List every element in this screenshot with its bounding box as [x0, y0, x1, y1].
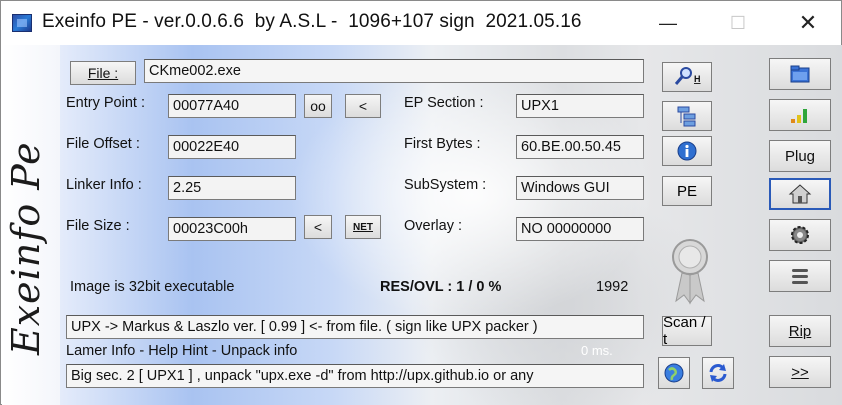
entry-point-label: Entry Point :: [66, 95, 145, 111]
overlay-label: Overlay :: [404, 218, 463, 234]
web-button[interactable]: [658, 357, 690, 389]
stats-button[interactable]: [769, 99, 831, 131]
entry-point-field[interactable]: 00077A40: [168, 94, 296, 118]
detection-result-field[interactable]: UPX -> Markus & Laszlo ver. [ 0.99 ] <- …: [66, 315, 644, 339]
file-offset-label: File Offset :: [66, 136, 140, 152]
menu-button[interactable]: [769, 260, 831, 292]
maximize-button[interactable]: ☐: [703, 1, 773, 45]
logo-strip: Exeinfo Pe: [2, 45, 60, 405]
refresh-icon: [709, 364, 727, 382]
window-title: Exeinfo PE - ver.0.0.6.6 by A.S.L - 1096…: [42, 11, 582, 32]
ep-section-label: EP Section :: [404, 95, 484, 111]
pe-button[interactable]: PE: [662, 176, 712, 206]
search-button[interactable]: H: [662, 62, 712, 92]
bar-chart-icon: [791, 109, 807, 123]
refresh-button[interactable]: [702, 357, 734, 389]
title-bar[interactable]: Exeinfo PE - ver.0.0.6.6 by A.S.L - 1096…: [1, 1, 841, 45]
rip-button[interactable]: Rip: [769, 315, 831, 347]
home-button[interactable]: [769, 178, 831, 210]
first-bytes-field[interactable]: 60.BE.00.50.45: [516, 135, 644, 159]
search-hotkey: H: [694, 74, 701, 84]
file-path-field[interactable]: CKme002.exe: [144, 59, 644, 83]
main-panel: Exeinfo Pe File : CKme002.exe Entry Poin…: [2, 45, 842, 405]
subsystem-field[interactable]: Windows GUI: [516, 176, 644, 200]
info-icon: [677, 141, 697, 161]
logo: Exeinfo Pe: [4, 141, 48, 355]
year-text: 1992: [596, 279, 629, 295]
tree-icon: [677, 106, 696, 127]
list-icon: [792, 269, 808, 284]
subsystem-label: SubSystem :: [404, 177, 487, 193]
seal-icon: [672, 239, 708, 305]
res-ovl-text: RES/OVL : 1 / 0 %: [380, 279, 502, 295]
file-offset-field[interactable]: 00022E40: [168, 135, 296, 159]
linker-info-field[interactable]: 2.25: [168, 176, 296, 200]
sections-button[interactable]: [662, 101, 712, 131]
file-button[interactable]: File :: [70, 61, 136, 85]
gear-icon: [791, 226, 809, 244]
folder-icon: [790, 65, 810, 83]
overlay-field[interactable]: NO 00000000: [516, 217, 644, 241]
hint-field[interactable]: Big sec. 2 [ UPX1 ] , unpack "upx.exe -d…: [66, 364, 644, 388]
timing-text: 0 ms.: [581, 343, 613, 358]
file-size-field[interactable]: 00023C00h: [168, 217, 296, 241]
next-button[interactable]: >>: [769, 356, 831, 388]
image-info-text: Image is 32bit executable: [70, 279, 235, 295]
entry-point-back-button[interactable]: <: [345, 94, 381, 118]
globe-icon: [664, 363, 684, 383]
settings-button[interactable]: [769, 219, 831, 251]
ep-section-field[interactable]: UPX1: [516, 94, 644, 118]
home-icon: [788, 184, 812, 204]
info-button[interactable]: [662, 136, 712, 166]
close-button[interactable]: ✕: [773, 1, 842, 45]
lamer-info-link[interactable]: Lamer Info - Help Hint - Unpack info: [66, 343, 297, 359]
file-button-label: File :: [87, 65, 119, 81]
app-icon: [12, 14, 32, 32]
next-button-label: >>: [791, 363, 809, 381]
scan-button[interactable]: Scan / t: [662, 314, 712, 348]
first-bytes-label: First Bytes :: [404, 136, 481, 152]
app-window: Exeinfo PE - ver.0.0.6.6 by A.S.L - 1096…: [0, 0, 842, 405]
linker-info-label: Linker Info :: [66, 177, 142, 193]
net-button[interactable]: NET: [345, 215, 381, 239]
rip-button-label: Rip: [788, 322, 812, 340]
file-size-back-button[interactable]: <: [304, 215, 332, 239]
open-file-button[interactable]: [769, 58, 831, 90]
plug-button-label: Plug: [784, 147, 816, 165]
minimize-button[interactable]: —: [633, 1, 703, 45]
plug-button[interactable]: Plug: [769, 140, 831, 172]
magnifier-icon: H: [674, 67, 701, 85]
oo-button[interactable]: oo: [304, 94, 332, 118]
file-size-label: File Size :: [66, 218, 130, 234]
